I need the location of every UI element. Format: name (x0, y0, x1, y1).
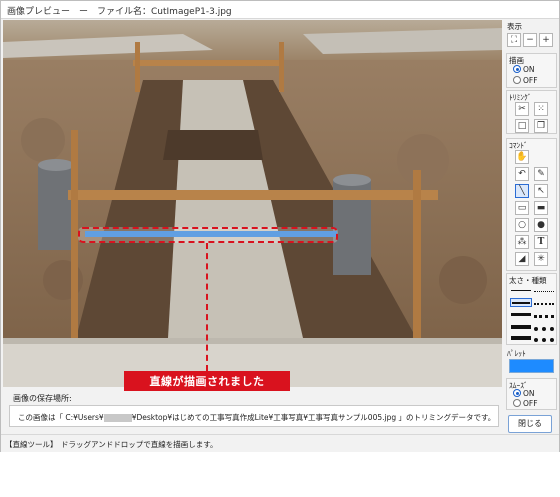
arrow-icon[interactable]: ↖ (534, 184, 548, 198)
drawing-toggle-group: 描画 ON OFF (506, 53, 557, 88)
image-preview-area[interactable] (3, 20, 502, 387)
line-thin-dotted[interactable] (533, 286, 555, 295)
window-title: 画像プレビュー ー ファイル名：CutImageP1-3.jpg (7, 7, 232, 17)
zoom-out-icon[interactable]: − (523, 33, 537, 47)
line-thick-dotted[interactable] (533, 310, 555, 319)
eraser-icon[interactable]: ◢ (515, 252, 529, 266)
rectangle-icon[interactable]: ▭ (515, 201, 529, 215)
display-section-label: 表示 (507, 22, 522, 31)
scissors-icon[interactable]: ✂ (515, 102, 529, 116)
smooth-on-radio[interactable]: ON (513, 389, 535, 398)
sparkle-icon[interactable]: ✳ (534, 252, 548, 266)
line-thick-solid[interactable] (510, 310, 532, 319)
line-bold-dotted[interactable] (533, 333, 555, 342)
save-location-section: 画像の保存場所: この画像は「 C:¥Users¥ ¥Desktop¥はじめての工… (5, 391, 501, 431)
smooth-toggle-group: ｽﾑｰｽﾞ ON OFF (506, 378, 557, 410)
save-location-field: この画像は「 C:¥Users¥ ¥Desktop¥はじめての工事写真作成Lite… (9, 405, 499, 427)
commands-group: ｺﾏﾝﾄﾞ ✋ ↶ ✎ ╲ ↖ ▭ ▬ ○ ● ⁂ T ◢ ✳ (506, 138, 557, 271)
line-heavy-solid[interactable] (510, 322, 532, 331)
palette-section-label: ﾊﾟﾚｯﾄ (507, 349, 526, 358)
stamp-icon[interactable]: ⁂ (515, 235, 529, 249)
hand-icon[interactable]: ✋ (515, 150, 529, 164)
drawn-line-highlight (78, 227, 338, 243)
line-medium-dotted[interactable] (533, 298, 555, 307)
title-bar: 画像プレビュー ー ファイル名：CutImageP1-3.jpg (1, 1, 559, 19)
text-icon[interactable]: T (534, 235, 548, 249)
tool-panel: 表示 ⛶ − + 描画 ON OFF ﾄﾘﾐﾝｸﾞ ✂ ⁙ □ ❐ ｺﾏﾝﾄﾞ … (505, 20, 558, 434)
status-tool-name: 【直線ツール】 (5, 440, 58, 449)
annotation-leader-line (206, 243, 208, 371)
line-bold-solid[interactable] (510, 333, 532, 342)
drawing-on-radio[interactable]: ON (513, 65, 535, 74)
zoom-in-icon[interactable]: + (539, 33, 553, 47)
line-heavy-dotted[interactable] (533, 322, 555, 331)
drawing-off-radio[interactable]: OFF (513, 76, 538, 85)
image-preview-window: 画像プレビュー ー ファイル名：CutImageP1-3.jpg 直線が描画され… (0, 0, 560, 452)
line-medium-solid[interactable] (510, 298, 532, 307)
construction-photo (3, 20, 502, 387)
filled-ellipse-icon[interactable]: ● (534, 218, 548, 232)
line-style-group: 太さ・種類 (506, 273, 557, 345)
copy-icon[interactable]: ❐ (534, 119, 548, 133)
save-path-prefix: この画像は「 C:¥Users¥ (18, 413, 104, 422)
smooth-off-radio[interactable]: OFF (513, 399, 538, 408)
line-thin-solid[interactable] (510, 286, 532, 295)
undo-icon[interactable]: ↶ (515, 167, 529, 181)
line-icon[interactable]: ╲ (515, 184, 529, 198)
line-style-section-label: 太さ・種類 (509, 276, 547, 285)
save-path-suffix: ¥Desktop¥はじめての工事写真作成Lite¥工事写真¥工事写真サンプル00… (131, 413, 496, 422)
filled-rectangle-icon[interactable]: ▬ (534, 201, 548, 215)
crop-dashed-icon[interactable]: ⁙ (534, 102, 548, 116)
save-location-label: 画像の保存場所: (13, 394, 72, 403)
line-drawn-callout: 直線が描画されました (124, 371, 290, 393)
palette-color-swatch[interactable] (509, 359, 554, 373)
trimming-group: ﾄﾘﾐﾝｸﾞ ✂ ⁙ □ ❐ (506, 90, 557, 134)
close-button[interactable]: 閉じる (508, 415, 552, 433)
ellipse-icon[interactable]: ○ (515, 218, 529, 232)
eyedropper-icon[interactable]: ✎ (534, 167, 548, 181)
square-icon[interactable]: □ (515, 119, 529, 133)
redacted-username (103, 414, 132, 422)
fit-icon[interactable]: ⛶ (507, 33, 521, 47)
status-bar: 【直線ツール】 ドラッグアンドドロップで直線を描画します。 (1, 434, 559, 452)
status-hint: ドラッグアンドドロップで直線を描画します。 (61, 440, 218, 449)
